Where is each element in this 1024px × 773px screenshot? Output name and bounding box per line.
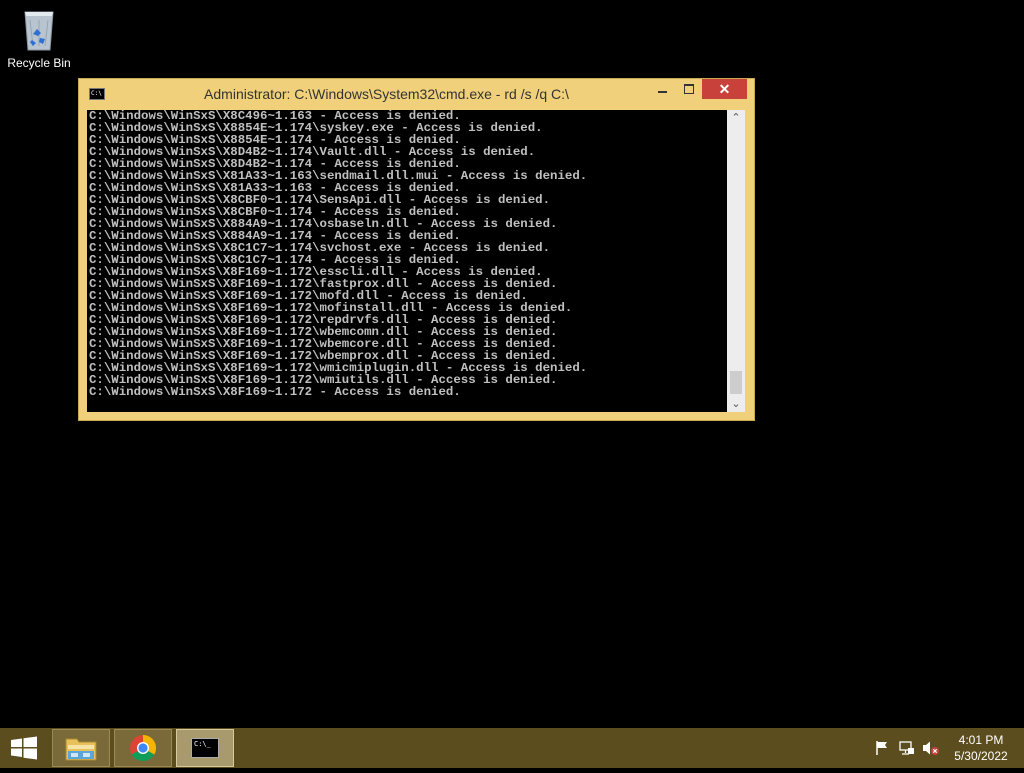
minimize-icon [658,91,667,93]
close-button[interactable]: ✕ [702,79,747,99]
windows-logo-icon [11,736,37,760]
volume-muted-icon[interactable] [922,740,940,756]
scroll-thumb[interactable] [730,371,742,394]
maximize-icon [684,84,694,94]
folder-icon [65,738,97,761]
close-icon: ✕ [718,81,731,97]
console-line: C:\Windows\WinSxS\X8F169~1.172 - Access … [89,385,461,399]
window-titlebar[interactable]: C:\ Administrator: C:\Windows\System32\c… [79,79,754,109]
vertical-scrollbar[interactable]: ⌃ ⌄ [727,110,745,412]
recycle-bin-label: Recycle Bin [7,56,71,70]
taskbar-chrome[interactable] [114,729,172,767]
chevron-up-icon: ⌃ [731,112,741,124]
window-title: Administrator: C:\Windows\System32\cmd.e… [204,86,569,102]
taskbar-file-explorer[interactable] [52,729,110,767]
recycle-bin-icon [24,11,54,51]
console-lines: C:\Windows\WinSxS\X8C496~1.163 - Access … [87,110,727,398]
command-prompt-icon: C:\_ [191,738,219,758]
scroll-down-button[interactable]: ⌄ [727,396,745,412]
desktop: Recycle Bin C:\ Administrator: C:\Window… [0,0,1024,728]
clock-date: 5/30/2022 [954,749,1008,763]
start-button[interactable] [0,728,48,768]
action-center-flag-icon[interactable] [873,740,891,756]
clock-time: 4:01 PM [958,733,1004,747]
chevron-down-icon: ⌄ [731,398,741,410]
taskbar-clock[interactable]: 4:01 PM 5/30/2022 [948,732,1014,764]
minimize-button[interactable] [651,79,675,99]
recycle-bin-shortcut[interactable]: Recycle Bin [4,6,74,76]
network-icon[interactable] [898,740,916,756]
cmd-window-icon[interactable]: C:\ [89,88,105,100]
taskbar: C:\_ 4:01 PM 5/30/2022 [0,728,1024,768]
chrome-icon [129,734,157,762]
console-output[interactable]: C:\Windows\WinSxS\X8C496~1.163 - Access … [87,110,727,412]
scroll-up-button[interactable]: ⌃ [727,110,745,126]
cmd-window[interactable]: C:\ Administrator: C:\Windows\System32\c… [78,78,755,421]
taskbar-command-prompt[interactable]: C:\_ [176,729,234,767]
maximize-button[interactable] [677,79,701,99]
